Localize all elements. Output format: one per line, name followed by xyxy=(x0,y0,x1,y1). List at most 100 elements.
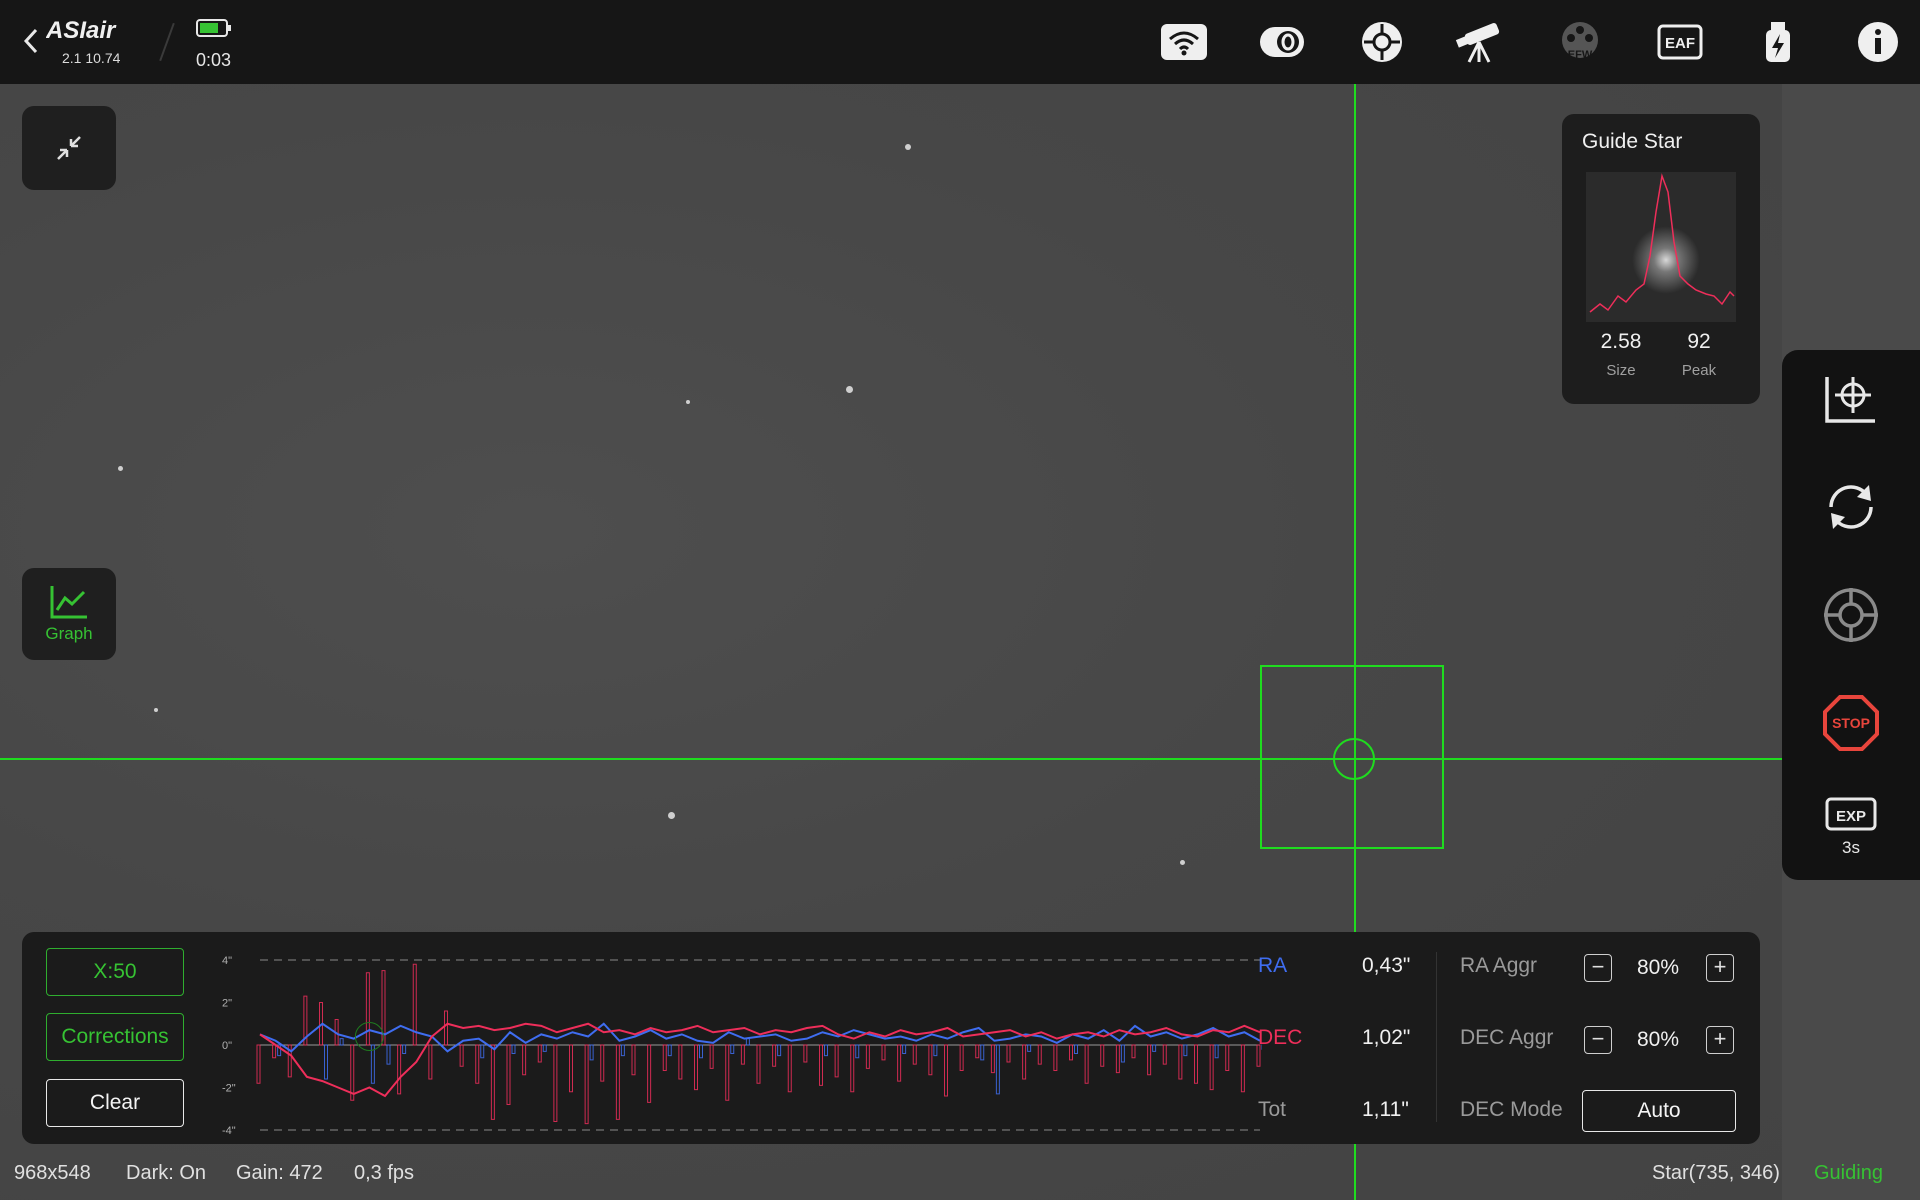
wifi-icon[interactable] xyxy=(1158,18,1210,66)
battery-icon xyxy=(196,18,232,38)
clear-graph-button[interactable]: Clear xyxy=(46,1079,184,1127)
camera-icon[interactable] xyxy=(1256,18,1308,66)
collapse-button[interactable] xyxy=(22,106,116,190)
dec-correction-bar xyxy=(772,1044,777,1067)
target-icon xyxy=(1824,588,1878,642)
star xyxy=(686,400,690,404)
usb-power-icon[interactable] xyxy=(1752,18,1804,66)
stop-button[interactable]: STOP xyxy=(1816,688,1886,758)
graph-toggle-button[interactable]: Graph xyxy=(22,568,116,660)
guide-icon[interactable] xyxy=(1356,18,1408,66)
ra-correction-bar xyxy=(980,1044,985,1061)
corrections-toggle[interactable]: Corrections xyxy=(46,1013,184,1061)
dec-correction-bar xyxy=(490,1044,495,1120)
star xyxy=(905,144,911,150)
divider xyxy=(159,22,175,62)
star-peak-label: Peak xyxy=(1681,362,1717,379)
dec-correction-bar xyxy=(1209,1044,1214,1091)
dec-correction-bar xyxy=(678,1044,683,1080)
asiair-logo: ASIair xyxy=(45,16,142,44)
graph-label: Graph xyxy=(45,624,93,643)
graph-y-tick: -2" xyxy=(222,1083,236,1095)
dec-mode-label: DEC Mode xyxy=(1460,1098,1563,1121)
ra-error-value: 0,43" xyxy=(1362,954,1411,977)
ra-correction-bar xyxy=(480,1044,485,1059)
dec-correction-bar xyxy=(1240,1044,1245,1093)
ra-correction-bar xyxy=(667,1044,672,1057)
ra-aggr-increase-button[interactable]: + xyxy=(1706,954,1734,982)
ra-aggr-decrease-button[interactable]: − xyxy=(1584,954,1612,982)
dec-correction-bar xyxy=(522,1044,527,1076)
ra-correction-bar xyxy=(386,1044,391,1065)
dec-correction-bar xyxy=(803,1044,808,1063)
dec-correction-bar xyxy=(475,1044,480,1084)
dec-correction-bar xyxy=(1022,1044,1027,1080)
ra-correction-bar xyxy=(402,1044,407,1054)
right-toolbar: STOP EXP 3s xyxy=(1782,350,1920,880)
ra-correction-bar xyxy=(324,1044,328,1080)
ra-correction-bar xyxy=(777,1044,782,1057)
logo-text: ASIair xyxy=(46,17,117,44)
dec-correction-bar xyxy=(631,1044,636,1076)
ra-correction-bar xyxy=(902,1044,907,1054)
ra-correction-bar xyxy=(1120,1044,1125,1063)
dec-correction-bar xyxy=(1037,1044,1042,1065)
ra-correction-bar xyxy=(339,1038,344,1046)
graph-scale-button[interactable]: X:50 xyxy=(46,948,184,996)
ra-correction-bar xyxy=(699,1044,703,1059)
dec-correction-bar xyxy=(1162,1044,1167,1065)
ra-aggr-value: 80% xyxy=(1636,956,1680,979)
status-dark: Dark: On xyxy=(126,1162,207,1184)
refresh-icon xyxy=(1829,485,1873,529)
total-label: Tot xyxy=(1258,1098,1287,1121)
divider xyxy=(1436,952,1437,1122)
dec-correction-bar xyxy=(569,1044,573,1093)
dec-correction-bar xyxy=(990,1044,995,1074)
ra-correction-bar xyxy=(730,1044,735,1054)
collapse-icon xyxy=(57,136,81,160)
ra-correction-bar xyxy=(745,1038,750,1046)
dec-correction-bar xyxy=(615,1044,620,1120)
loop-button[interactable] xyxy=(1816,472,1886,542)
dec-label: DEC xyxy=(1258,1026,1303,1049)
ra-correction-bar xyxy=(589,1044,594,1061)
eaf-icon[interactable]: EAF xyxy=(1654,18,1706,66)
calibrate-button[interactable] xyxy=(1816,364,1886,434)
star xyxy=(846,386,853,393)
dec-correction-bar xyxy=(709,1044,714,1069)
status-star-position: Star(735, 346) xyxy=(1652,1162,1780,1184)
dec-correction-bar xyxy=(1084,1044,1089,1084)
dec-aggr-decrease-button[interactable]: − xyxy=(1584,1026,1612,1054)
dec-correction-bar xyxy=(444,1010,448,1046)
status-guiding-state: Guiding xyxy=(1814,1162,1883,1184)
info-icon[interactable] xyxy=(1852,18,1904,66)
graph-y-tick: 0" xyxy=(222,1040,232,1052)
dec-correction-bar xyxy=(975,1044,980,1059)
telescope-icon[interactable] xyxy=(1454,18,1506,66)
crosshair-horizontal xyxy=(0,758,1782,760)
ra-correction-bar xyxy=(855,1044,860,1059)
efw-icon[interactable]: EFW xyxy=(1554,18,1606,66)
dec-mode-select[interactable]: Auto xyxy=(1582,1090,1736,1132)
dec-correction-bar xyxy=(944,1044,948,1097)
ra-label: RA xyxy=(1258,954,1288,977)
dec-correction-bar xyxy=(537,1044,542,1063)
ra-correction-bar xyxy=(1027,1044,1032,1052)
star xyxy=(154,708,158,712)
ra-correction-bar xyxy=(620,1044,625,1057)
top-bar: ASIair 2.1 10.74 0:03 EFW EAF xyxy=(0,0,1920,84)
status-resolution: 968x548 xyxy=(14,1162,91,1184)
dec-correction-bar xyxy=(1178,1044,1183,1080)
back-button[interactable] xyxy=(18,24,48,58)
guide-button[interactable] xyxy=(1816,580,1886,650)
calibrate-icon xyxy=(1825,377,1875,423)
dec-correction-bar xyxy=(647,1044,652,1103)
star xyxy=(668,812,675,819)
dec-aggr-increase-button[interactable]: + xyxy=(1706,1026,1734,1054)
dec-correction-bar xyxy=(428,1044,433,1080)
dec-correction-bar xyxy=(897,1044,902,1082)
dec-correction-bar xyxy=(256,1044,261,1084)
session-timer: 0:03 xyxy=(196,50,232,70)
total-error-value: 1,11" xyxy=(1362,1098,1409,1121)
status-fps: 0,3 fps xyxy=(354,1162,415,1184)
